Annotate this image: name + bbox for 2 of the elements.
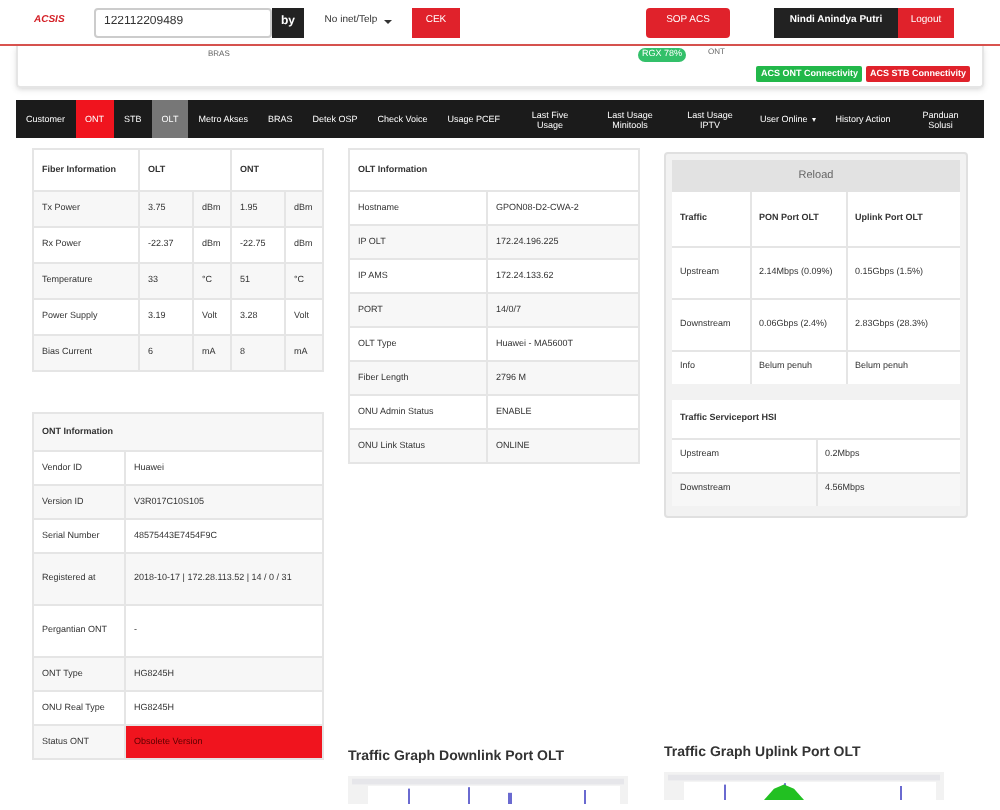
caret-icon [383,20,392,24]
caret-icon [811,117,816,121]
